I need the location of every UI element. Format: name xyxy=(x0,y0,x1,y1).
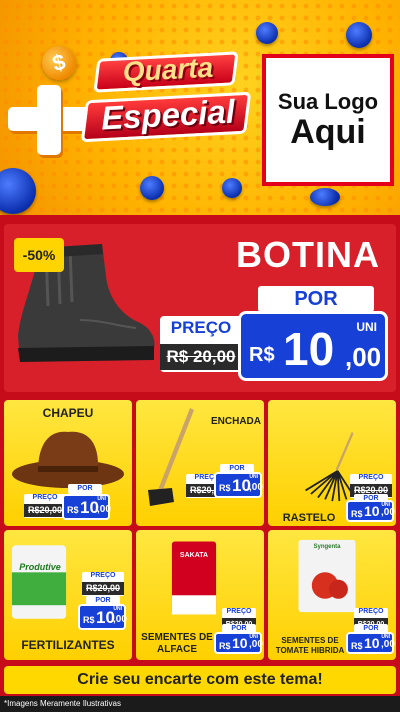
hero-currency: R$ xyxy=(249,344,275,366)
create-flyer-cta[interactable]: Crie seu encarte com este tema! xyxy=(4,666,396,694)
plus-icon xyxy=(8,85,90,155)
coin-icon xyxy=(222,178,242,198)
product-name: ENCHADA xyxy=(211,416,261,427)
coin-icon xyxy=(346,22,372,48)
discount-badge: -50% xyxy=(14,238,64,272)
currency: R$ xyxy=(219,641,231,651)
price-cents: ,00 xyxy=(97,504,111,515)
price-int: 10 xyxy=(232,635,248,651)
price-cents: ,00 xyxy=(249,639,263,650)
product-name-line2: ALFACE xyxy=(157,644,197,655)
title-line1: Quarta xyxy=(122,51,214,88)
product-card-sementes-alface[interactable]: SAKATA PREÇO R$20,00 POR UNI R$ 10 ,00 S… xyxy=(136,530,264,660)
product-name-line1: SEMENTES DE xyxy=(281,636,339,645)
hero-price-box: UNI R$ 10 ,00 xyxy=(238,311,388,381)
fertilizer-bag-image xyxy=(11,545,67,619)
hero-product-name: BOTINA xyxy=(236,234,380,275)
hero-preco-label: PREÇO xyxy=(170,318,232,337)
product-name: RASTELO xyxy=(282,512,336,524)
coin-icon xyxy=(256,22,278,44)
price-box: UNI R$ 10 ,00 xyxy=(214,632,263,654)
hat-image xyxy=(12,431,124,488)
currency: R$ xyxy=(351,509,363,519)
logo-line1: Sua Logo xyxy=(277,89,379,115)
price-box: UNI R$ 10 ,00 xyxy=(346,632,395,654)
logo-placeholder[interactable]: Sua Logo Aqui xyxy=(262,54,394,186)
price-cents: ,00 xyxy=(113,614,127,625)
coin-icon xyxy=(310,188,340,206)
price-int: 10 xyxy=(364,503,380,519)
hero-price-cents: ,00 xyxy=(345,342,382,372)
product-card-rastelo[interactable]: RASTELO PREÇO R$20,00 POR UNI R$ 10 ,00 xyxy=(268,400,396,526)
hero-por-label: POR xyxy=(258,286,374,312)
package-label: SAKATA xyxy=(179,552,209,559)
hoe-image xyxy=(148,408,194,506)
price-cents: ,00 xyxy=(249,482,263,493)
package-label: Produtive xyxy=(19,562,61,572)
hero-old-price: R$ 20,00 xyxy=(160,344,242,370)
coin-icon xyxy=(140,176,164,200)
currency: R$ xyxy=(67,505,79,515)
old-price-box: PREÇO R$20,00 xyxy=(24,494,66,518)
product-name: CHAPEU xyxy=(42,406,94,420)
preco-label: PREÇO xyxy=(226,608,252,615)
hero-old-price-box: PREÇO R$ 20,00 xyxy=(160,316,242,372)
product-name-line2: TOMATE HIBRIDA xyxy=(275,646,345,655)
product-card-sementes-tomate[interactable]: Syngenta PREÇO R$20,00 POR UNI R$ 10 ,00… xyxy=(268,530,396,660)
product-name-line1: SEMENTES DE xyxy=(141,632,213,643)
price-cents: ,00 xyxy=(381,639,395,650)
product-card-chapeu[interactable]: CHAPEU PREÇO R$20,00 POR UNI R$ 10 ,00 xyxy=(4,400,132,526)
price-box: UNI R$ 10 ,00 xyxy=(62,494,111,520)
price-box: UNI R$ 10 ,00 xyxy=(78,604,127,630)
hero-price-int: 10 xyxy=(283,323,335,375)
logo-line2: Aqui xyxy=(290,113,366,152)
package-label: Syngenta xyxy=(313,544,341,550)
old-price: R$20,00 xyxy=(24,504,66,517)
old-price: R$20,00 xyxy=(82,582,124,595)
currency: R$ xyxy=(351,641,363,651)
product-card-fertilizantes[interactable]: Produtive PREÇO R$20,00 POR UNI R$ 10 ,0… xyxy=(4,530,132,660)
old-price-box: PREÇO R$20,00 xyxy=(82,572,124,596)
preco-label: PREÇO xyxy=(90,572,116,579)
preco-label: PREÇO xyxy=(32,494,58,501)
price-box: UNI R$ 10 ,00 xyxy=(346,500,395,522)
preco-label: PREÇO xyxy=(358,474,384,481)
preco-label: PREÇO xyxy=(358,608,384,615)
price-int: 10 xyxy=(364,635,380,651)
header-banner: $ Quarta Especial Sua Logo Aqui xyxy=(0,0,400,215)
hero-unit: UNI xyxy=(356,320,377,334)
por-label: POR xyxy=(68,484,102,494)
currency: R$ xyxy=(83,615,95,625)
footer-disclaimer: *Imagens Meramente Ilustrativas xyxy=(0,696,400,712)
price-box: UNI R$ 10 ,00 xyxy=(214,472,263,498)
product-card-enchada[interactable]: ENCHADA PREÇO R$20,00 POR UNI R$ 10 ,00 xyxy=(136,400,264,526)
product-name: FERTILIZANTES xyxy=(21,638,115,652)
seed-packet-image xyxy=(171,541,217,615)
price-cents: ,00 xyxy=(381,507,395,518)
currency: R$ xyxy=(219,483,231,493)
